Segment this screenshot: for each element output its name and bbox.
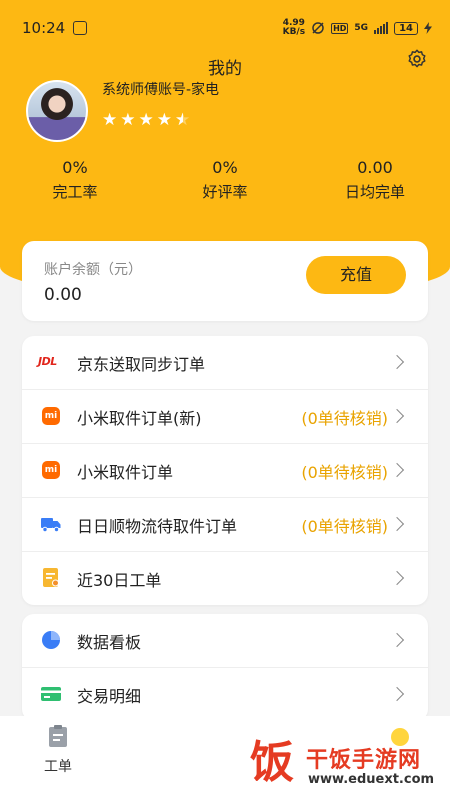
settings-gear-icon[interactable] — [406, 48, 428, 70]
pie-chart-icon — [42, 631, 60, 649]
stat-label: 完工率 — [52, 183, 98, 201]
balance-value: 0.00 — [44, 285, 82, 305]
stat-label: 日均完单 — [344, 183, 405, 201]
alarm-muted-icon — [312, 22, 324, 34]
orders-menu: JDL 京东送取同步订单 mi 小米取件订单(新) (0单待核销) mi 小米取… — [22, 336, 428, 605]
balance-card: 账户余额（元） 0.00 充值 — [22, 241, 428, 321]
menu-item-label: 数据看板 — [77, 632, 142, 652]
menu-item-label: 近30日工单 — [77, 570, 162, 590]
jdl-icon: JDL — [38, 355, 57, 368]
chevron-right-icon — [389, 570, 405, 586]
network-speed: 4.99 KB/s — [282, 18, 306, 37]
menu-item-xiaomi-orders[interactable]: mi 小米取件订单 (0单待核销) — [22, 444, 428, 498]
stat-positive-rate: 0% 好评率 — [150, 158, 300, 202]
menu-item-label: 小米取件订单 — [77, 462, 174, 482]
clock: 10:24 — [22, 19, 66, 37]
watermark-name: 干饭手游网 — [306, 748, 422, 773]
account-name: 系统师傅账号-家电 — [102, 82, 220, 98]
status-bar: 10:24 4.99 KB/s HD 5G 14 — [0, 0, 450, 56]
pending-badge: (0单待核销) — [301, 516, 388, 536]
stats-row: 0% 完工率 0% 好评率 0.00 日均完单 — [0, 158, 450, 202]
stat-value: 0% — [212, 158, 238, 177]
chevron-right-icon — [389, 408, 405, 424]
watermark: 饭 干饭手游网 www.eduext.com — [250, 728, 445, 792]
menu-item-transactions[interactable]: 交易明细 — [22, 668, 428, 721]
stat-daily-average: 0.00 日均完单 — [300, 158, 450, 202]
xiaomi-icon: mi — [42, 407, 60, 425]
recharge-button[interactable]: 充值 — [306, 256, 406, 294]
pending-badge: (0单待核销) — [301, 408, 388, 428]
half-star-icon: ★ ★ — [175, 110, 191, 130]
truck-icon — [41, 518, 61, 533]
pending-badge: (0单待核销) — [301, 462, 388, 482]
avatar[interactable] — [26, 80, 88, 142]
star-icon: ★ — [138, 110, 154, 130]
stat-completion-rate: 0% 完工率 — [0, 158, 150, 202]
battery-icon: 14 — [394, 21, 418, 35]
signal-icon — [374, 22, 389, 34]
chevron-right-icon — [389, 686, 405, 702]
menu-item-jd-orders[interactable]: JDL 京东送取同步订单 — [22, 336, 428, 390]
stat-value: 0.00 — [357, 158, 393, 177]
tab-label: 工单 — [44, 759, 72, 775]
rating-stars: ★ ★ ★ ★ ★ ★ — [102, 110, 190, 130]
network-type: 5G — [354, 23, 369, 33]
chevron-right-icon — [389, 354, 405, 370]
star-icon: ★ — [102, 110, 118, 130]
page-title: 我的 — [208, 59, 242, 79]
clipboard-icon — [49, 725, 67, 747]
chevron-right-icon — [389, 632, 405, 648]
sim-icon — [73, 21, 88, 35]
menu-item-rrs-orders[interactable]: 日日顺物流待取件订单 (0单待核销) — [22, 498, 428, 552]
stat-value: 0% — [62, 158, 88, 177]
menu-item-label: 京东送取同步订单 — [77, 354, 206, 374]
xiaomi-icon: mi — [42, 461, 60, 479]
chevron-right-icon — [389, 516, 405, 532]
data-menu: 数据看板 交易明细 — [22, 614, 428, 721]
stat-label: 好评率 — [202, 183, 248, 201]
hd-badge: HD — [331, 22, 349, 34]
star-icon: ★ — [120, 110, 136, 130]
tab-work-orders[interactable]: 工单 — [38, 724, 78, 776]
watermark-url: www.eduext.com — [308, 772, 435, 787]
menu-item-dashboard[interactable]: 数据看板 — [22, 614, 428, 668]
card-icon — [41, 687, 61, 701]
menu-item-label: 日日顺物流待取件订单 — [77, 516, 238, 536]
balance-label: 账户余额（元） — [44, 262, 142, 278]
star-icon: ★ — [156, 110, 172, 130]
menu-item-recent-orders[interactable]: 近30日工单 — [22, 552, 428, 605]
menu-item-label: 交易明细 — [77, 686, 142, 706]
watermark-logo: 饭 — [250, 737, 294, 788]
document-icon — [43, 568, 59, 587]
menu-item-xiaomi-orders-new[interactable]: mi 小米取件订单(新) (0单待核销) — [22, 390, 428, 444]
menu-item-label: 小米取件订单(新) — [77, 408, 202, 428]
charging-icon — [424, 22, 432, 34]
chevron-right-icon — [389, 462, 405, 478]
